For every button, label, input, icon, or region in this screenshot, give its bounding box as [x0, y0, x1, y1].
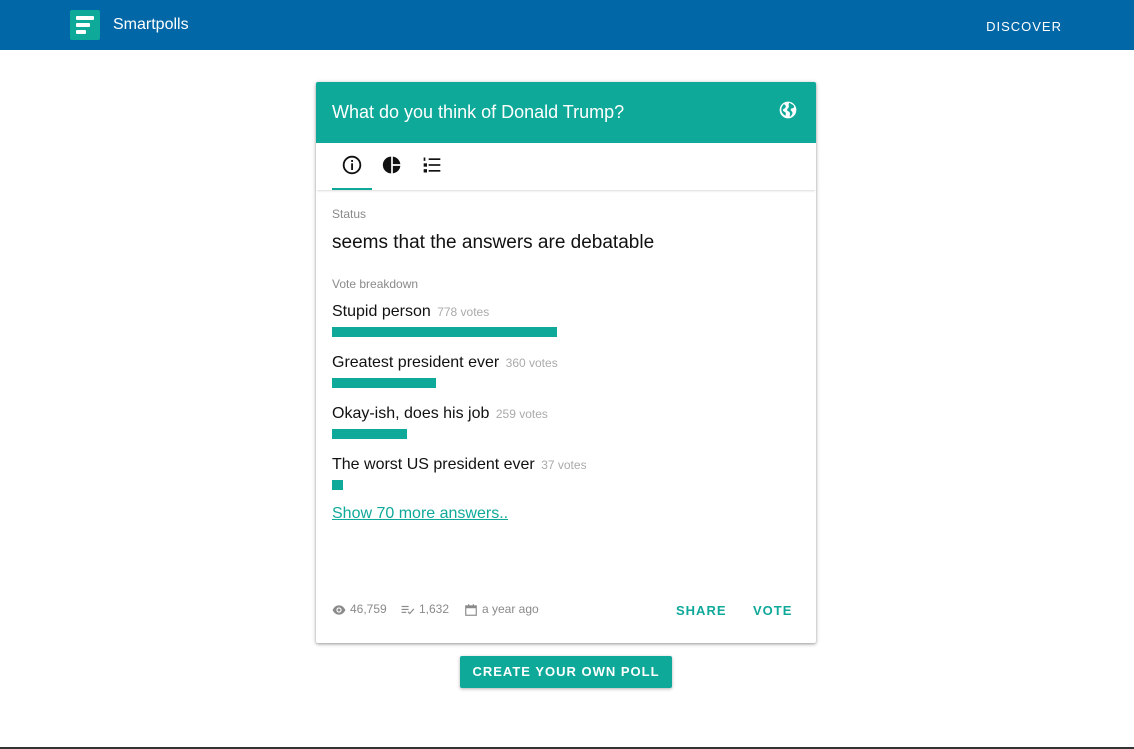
answer-label: Greatest president ever: [332, 354, 500, 371]
poll-header: What do you think of Donald Trump?: [316, 82, 816, 143]
answer-item: Okay-ish, does his job 259 votes: [332, 405, 792, 456]
list-icon: [423, 157, 441, 173]
answer-bar: [332, 327, 557, 337]
globe-icon[interactable]: [778, 100, 798, 120]
poll-age: a year ago: [482, 602, 539, 616]
info-icon: [342, 155, 362, 175]
answer-label: The worst US president ever: [332, 456, 535, 473]
answer-label: Okay-ish, does his job: [332, 405, 490, 422]
app-bar: Smartpolls DISCOVER: [0, 0, 1134, 50]
answer-item: The worst US president ever 37 votes: [332, 456, 792, 507]
tab-info[interactable]: [332, 143, 372, 190]
breakdown-label: Vote breakdown: [332, 277, 419, 291]
vote-list-icon: [401, 605, 415, 615]
logo-icon[interactable]: [70, 10, 100, 40]
discover-link[interactable]: DISCOVER: [986, 19, 1062, 34]
votes-count: 1,632: [419, 602, 450, 616]
eye-icon: [332, 605, 346, 615]
status-text: seems that the answers are debatable: [332, 232, 655, 253]
vote-button[interactable]: VOTE: [753, 603, 792, 618]
answer-item: Greatest president ever 360 votes: [332, 354, 792, 405]
status-label: Status: [332, 207, 367, 221]
answer-votes: 37 votes: [541, 458, 587, 472]
pie-chart-icon: [382, 156, 401, 174]
share-button[interactable]: SHARE: [676, 603, 727, 618]
answer-votes: 360 votes: [505, 356, 558, 370]
show-more-answers-link[interactable]: Show 70 more answers..: [332, 505, 508, 523]
answer-label: Stupid person: [332, 303, 431, 320]
poll-card: What do you think of Donald Trump? Statu…: [316, 82, 816, 643]
poll-tabs: [316, 143, 816, 190]
poll-title: What do you think of Donald Trump?: [332, 102, 625, 122]
answer-bar: [332, 429, 407, 439]
answer-votes: 259 votes: [495, 407, 548, 421]
calendar-icon: [465, 604, 477, 616]
views-count: 46,759: [350, 602, 387, 616]
answer-votes: 778 votes: [437, 305, 490, 319]
answer-item: Stupid person 778 votes: [332, 303, 792, 354]
answer-bar: [332, 378, 436, 388]
create-poll-button[interactable]: CREATE YOUR OWN POLL: [460, 656, 672, 688]
brand-name[interactable]: Smartpolls: [113, 16, 189, 34]
active-tab-indicator: [332, 188, 372, 190]
tab-list[interactable]: [412, 143, 452, 190]
tab-chart[interactable]: [372, 143, 412, 190]
answer-bar: [332, 480, 343, 490]
